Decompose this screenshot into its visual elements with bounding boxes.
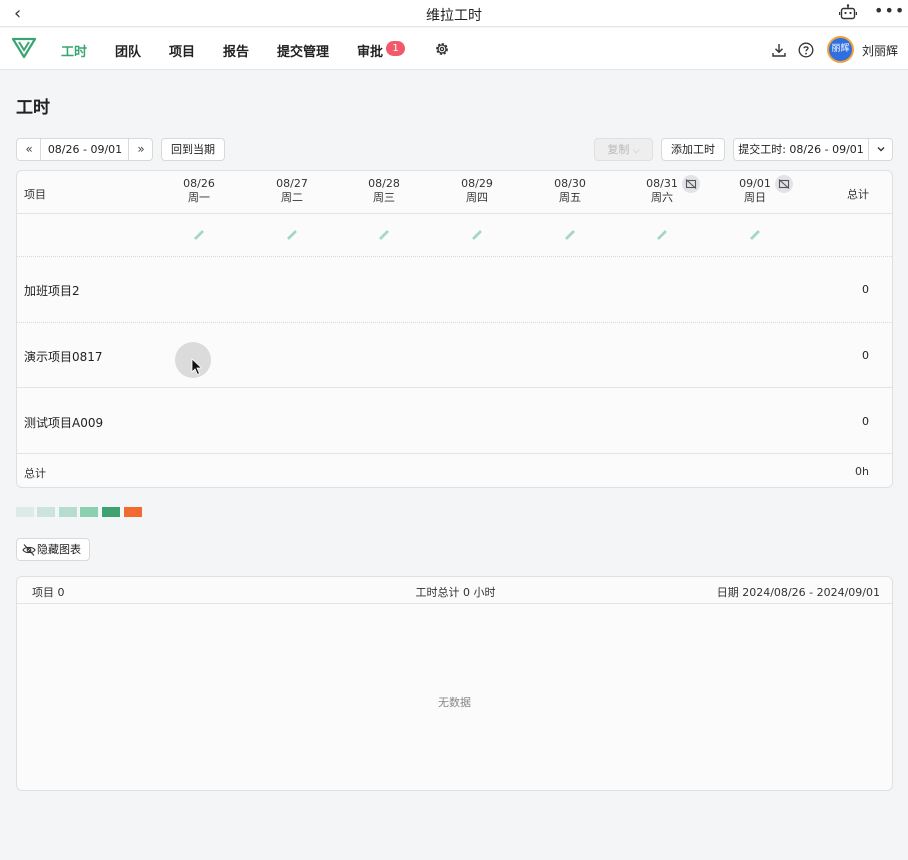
nav-tab-projects[interactable]: 项目 [169,41,195,60]
pencil-icon[interactable] [471,228,483,240]
mouse-cursor-icon [191,358,203,376]
hide-chart-button[interactable]: 隐藏图表 [16,538,90,561]
approval-count-badge: 1 [386,41,405,56]
day-header-mon: 08/26 周一 [164,177,234,205]
divider [17,453,892,454]
nav-tab-team[interactable]: 团队 [115,41,141,60]
pencil-icon[interactable] [378,228,390,240]
user-name[interactable]: 刘丽辉 [862,42,898,59]
legend-swatch [102,507,120,517]
footer-total-value: 0h [855,465,869,478]
prev-week-button[interactable]: « [17,139,41,160]
legend-swatch [124,507,142,517]
more-icon[interactable]: ••• [874,1,905,20]
legend-swatch [80,507,98,517]
divider [17,213,892,214]
help-icon[interactable] [798,42,814,58]
day-weekday: 周四 [466,191,488,204]
footer-total-label: 总计 [24,467,46,480]
pencil-icon[interactable] [749,228,761,240]
day-date: 08/27 [276,177,308,190]
day-date: 08/28 [368,177,400,190]
pencil-icon[interactable] [286,228,298,240]
row-project-name[interactable]: 测试项目A009 [24,414,103,431]
hide-chart-label: 隐藏图表 [37,543,81,556]
row-total: 0 [862,283,869,296]
gear-icon[interactable] [434,41,450,57]
download-icon[interactable] [771,42,787,58]
row-project-name[interactable]: 加班项目2 [24,282,80,299]
day-weekday: 周一 [188,191,210,204]
avatar[interactable]: 丽辉 [827,36,854,63]
add-hours-button[interactable]: 添加工时 [661,138,725,161]
copy-button-label: 复制 [607,143,630,156]
nav-tab-submissions[interactable]: 提交管理 [277,41,329,60]
pencil-icon[interactable] [564,228,576,240]
logo-icon[interactable] [12,37,36,59]
week-range-label[interactable]: 08/26 - 09/01 [41,139,129,160]
day-weekday: 周六 [651,191,673,204]
day-date: 08/26 [183,177,215,190]
eye-off-icon[interactable] [775,175,793,193]
row-total: 0 [862,349,869,362]
submit-hours-button[interactable]: 提交工时: 08/26 - 09/01 [733,138,869,161]
timesheet-grid: 项目 08/26 周一 08/27 周二 08/28 周三 08/29 周四 0… [16,170,893,488]
week-pager: « 08/26 - 09/01 » [16,138,153,161]
main-nav: 工时 团队 项目 报告 提交管理 审批 1 丽辉 刘丽辉 [0,28,908,70]
title-bar: ‹ 维拉工时 ••• [0,0,908,27]
row-project-name[interactable]: 演示项目0817 [24,348,103,365]
summary-date-range: 日期 2024/08/26 - 2024/09/01 [716,586,880,599]
day-header-fri: 08/30 周五 [535,177,605,205]
legend-swatch [59,507,77,517]
summary-panel: 项目 0 工时总计 0 小时 日期 2024/08/26 - 2024/09/0… [16,576,893,791]
legend-swatch [16,507,34,517]
divider [17,256,892,257]
day-weekday: 周日 [744,191,766,204]
chevron-down-icon: ⌵ [632,146,640,156]
row-total: 0 [862,415,869,428]
empty-state: 无数据 [438,696,471,709]
eye-off-icon[interactable] [682,175,700,193]
pencil-icon[interactable] [656,228,668,240]
copy-button[interactable]: 复制 ⌵ [594,138,653,161]
nav-tab-timesheet[interactable]: 工时 [61,41,87,60]
next-week-button[interactable]: » [129,139,153,160]
nav-tab-reports[interactable]: 报告 [223,41,249,60]
eye-off-icon [22,544,36,556]
day-date: 08/30 [554,177,586,190]
app-title: 维拉工时 [426,8,482,24]
divider [17,387,892,388]
legend-swatch [37,507,55,517]
page-title: 工时 [16,98,50,118]
day-header-thu: 08/29 周四 [442,177,512,205]
current-period-button[interactable]: 回到当期 [161,138,225,161]
submit-options-button[interactable] [868,138,893,161]
robot-icon[interactable] [839,4,857,21]
day-date: 08/29 [461,177,493,190]
chevron-down-icon [877,147,884,152]
divider [17,322,892,323]
pencil-icon[interactable] [193,228,205,240]
summary-header: 项目 0 工时总计 0 小时 日期 2024/08/26 - 2024/09/0… [17,577,892,604]
day-weekday: 周二 [281,191,303,204]
day-header-tue: 08/27 周二 [257,177,327,205]
project-column-header: 项目 [24,188,46,201]
day-weekday: 周五 [559,191,581,204]
nav-tab-approval[interactable]: 审批 [357,41,383,60]
day-weekday: 周三 [373,191,395,204]
total-column-header: 总计 [847,188,869,201]
day-header-wed: 08/28 周三 [349,177,419,205]
